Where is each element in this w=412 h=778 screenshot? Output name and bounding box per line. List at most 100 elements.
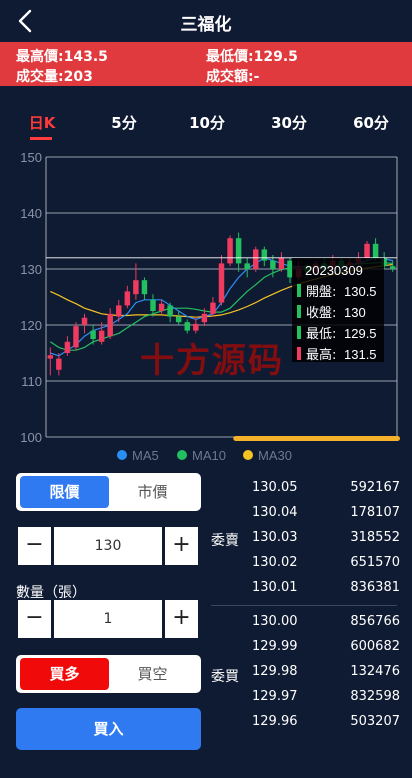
legend-label: MA5 [132, 448, 159, 463]
ask-volume: 318552 [350, 530, 400, 545]
quantity-decrement-button[interactable]: − [18, 600, 51, 638]
candle-body [389, 266, 396, 269]
ask-row[interactable]: 130.02 651570 [240, 555, 400, 575]
candle [227, 235, 233, 267]
legend-label: MA10 [192, 448, 226, 463]
candle [253, 246, 259, 272]
ask-row[interactable]: 130.05 592167 [240, 480, 400, 500]
tab-30min[interactable]: 30分 [271, 112, 307, 133]
candle-body [81, 317, 88, 325]
candle-body [193, 323, 199, 331]
tooltip-marker [297, 326, 301, 339]
candle-body [175, 316, 182, 323]
bid-volume: 856766 [350, 614, 400, 629]
price-stats: 最高價:143.5 最低價:129.5 成交量:203 成交額:- [0, 42, 412, 86]
candle [235, 232, 242, 272]
price-increment-button[interactable]: + [165, 527, 198, 565]
tooltip-marker [297, 347, 301, 360]
quantity-label: 數量（張） [16, 585, 86, 601]
tab-5min[interactable]: 5分 [111, 112, 136, 133]
book-divider [211, 605, 397, 606]
candle [98, 322, 105, 345]
price-type-toggle: 限價 市價 [16, 473, 201, 511]
tooltip-label: 最高: [306, 347, 336, 363]
candle [81, 313, 88, 334]
candle [73, 322, 79, 351]
bid-row[interactable]: 129.98 132476 [240, 664, 400, 684]
price-input[interactable]: 130 [54, 527, 162, 565]
legend: MA5 MA10 MA30 [117, 448, 292, 463]
bid-row[interactable]: 129.97 832598 [240, 689, 400, 709]
candle [389, 260, 396, 272]
candle-body [64, 341, 71, 353]
buy-button[interactable]: 買入 [16, 708, 201, 750]
market-price-option[interactable]: 市價 [108, 476, 197, 508]
limit-price-option[interactable]: 限價 [20, 476, 109, 508]
tooltip: 20230309 開盤: 130.5 收盤: 130 最低: 129.5 最高: 131.5 [292, 258, 384, 363]
ask-row[interactable]: 130.03 318552 [240, 530, 400, 550]
candle-body [167, 305, 173, 317]
tab-10min[interactable]: 10分 [189, 112, 225, 133]
candle [218, 255, 225, 306]
turnover: 成交額:- [206, 69, 260, 85]
ask-volume: 836381 [350, 580, 400, 595]
legend-marker [117, 450, 127, 460]
ask-price: 130.03 [252, 530, 298, 545]
candle-body [98, 330, 105, 342]
candle [167, 302, 173, 323]
tab-60min[interactable]: 60分 [353, 112, 389, 133]
volume: 成交量:203 [16, 69, 93, 85]
candle-body [218, 263, 225, 303]
side-toggle: 買多 買空 [16, 655, 201, 693]
candle [184, 319, 190, 334]
quantity-input[interactable]: 1 [54, 600, 162, 638]
bid-price: 129.96 [252, 714, 298, 729]
y-tick-label: 150 [20, 150, 42, 165]
y-tick-label: 100 [20, 430, 42, 445]
candlestick-chart[interactable]: 150 140 130 120 110 100 十方源码 20230309 開盤: 130.5 收盤… [0, 142, 412, 472]
tooltip-value: 130.5 [344, 284, 377, 299]
candle-body [141, 280, 148, 295]
bid-price: 129.97 [252, 689, 298, 704]
legend-marker [177, 450, 187, 460]
legend-label: MA30 [258, 448, 292, 463]
candle [210, 297, 216, 317]
ask-price: 130.04 [252, 505, 298, 520]
candle-body [90, 330, 96, 339]
bid-row[interactable]: 130.00 856766 [240, 614, 400, 634]
buy-long-option[interactable]: 買多 [20, 658, 109, 690]
ask-row[interactable]: 130.04 178107 [240, 505, 400, 525]
bid-row[interactable]: 129.96 503207 [240, 714, 400, 734]
ask-volume: 178107 [350, 505, 400, 520]
candle-body [73, 326, 79, 348]
ask-price: 130.05 [252, 480, 298, 495]
candle-body [227, 238, 233, 264]
scroll-bar [233, 436, 400, 441]
high-price: 最高價:143.5 [16, 49, 108, 65]
bid-row[interactable]: 129.99 600682 [240, 639, 400, 659]
candle [287, 257, 293, 283]
candle [56, 353, 62, 376]
buy-short-option[interactable]: 買空 [108, 658, 197, 690]
price-decrement-button[interactable]: − [18, 527, 51, 565]
candle-body [287, 260, 293, 278]
interval-tabs: 日K 5分 10分 30分 60分 [0, 86, 412, 142]
y-tick-label: 130 [20, 262, 42, 277]
ask-label: 委賣 [211, 533, 239, 549]
tooltip-value: 130 [344, 305, 366, 320]
active-tab-indicator [30, 137, 52, 140]
tab-daily[interactable]: 日K [29, 112, 56, 133]
ask-row[interactable]: 130.01 836381 [240, 580, 400, 600]
top-bar: 三福化 [0, 0, 412, 42]
candle-body [158, 303, 165, 311]
tooltip-marker [297, 305, 301, 318]
bid-price: 130.00 [252, 614, 298, 629]
candle-body [107, 313, 113, 337]
candle-body [133, 280, 139, 295]
bid-price: 129.98 [252, 664, 298, 679]
legend-marker [243, 450, 253, 460]
candle-body [47, 355, 54, 359]
bid-volume: 832598 [350, 689, 400, 704]
quantity-increment-button[interactable]: + [165, 600, 198, 638]
candle-body [56, 358, 62, 370]
